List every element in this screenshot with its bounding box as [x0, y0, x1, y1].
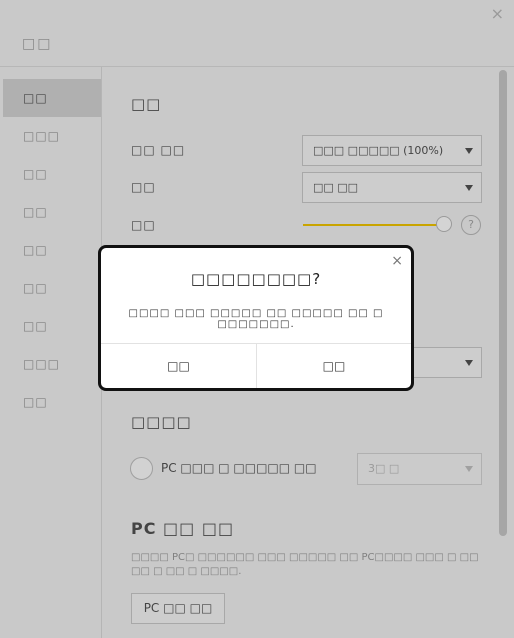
confirm-button[interactable]: □□ [257, 344, 411, 388]
sidebar-item-8[interactable]: □□□ [3, 345, 101, 383]
interval-dropdown-disabled: 3□ □ [357, 453, 482, 485]
help-icon[interactable]: ? [461, 215, 481, 235]
chevron-down-icon [465, 466, 473, 472]
row-label-3: □□ [131, 218, 156, 232]
sidebar-item-3[interactable]: □□ [3, 155, 101, 193]
chevron-down-icon [465, 360, 473, 366]
scrollbar[interactable] [499, 70, 507, 536]
cancel-button[interactable]: □□ [101, 344, 256, 388]
pc-manage-button[interactable]: PC □□ □□ [131, 593, 225, 624]
dropdown-2[interactable]: □□ □□ [302, 172, 482, 203]
dialog-title: □□□□□□□□? [190, 270, 322, 288]
slider-thumb[interactable] [436, 216, 452, 232]
slider-track[interactable] [303, 224, 438, 226]
radio-label: PC □□□ □ □□□□□ □□ [161, 461, 317, 475]
radio-button[interactable] [130, 457, 153, 480]
pc-description: □□□□ PC□ □□□□□□ □□□ □□□□□ □□ PC□□□□ □□□ … [131, 552, 479, 577]
sidebar-item-6[interactable]: □□ [3, 269, 101, 307]
sidebar-item-2[interactable]: □□□ [3, 117, 101, 155]
dropdown-2-value: □□ □□ [313, 181, 359, 194]
close-icon[interactable]: × [391, 253, 403, 269]
settings-sidebar: □□ □□□ □□ □□ □□ □□ □□ □□□ □□ [3, 67, 102, 638]
sidebar-item-4[interactable]: □□ [3, 193, 101, 231]
row-label-2: □□ [131, 180, 156, 194]
section-title-3: PC □□ □□ [131, 519, 235, 538]
dropdown-1[interactable]: □□□ □□□□□ (100%) [302, 135, 482, 166]
sidebar-item-5[interactable]: □□ [3, 231, 101, 269]
sidebar-item-general[interactable]: □□ [3, 79, 101, 117]
chevron-down-icon [465, 148, 473, 154]
section-title-2: □□□□ [131, 413, 192, 431]
sidebar-item-9[interactable]: □□ [3, 383, 101, 421]
window-title: □□ [22, 36, 53, 52]
window-close-icon[interactable]: × [491, 4, 504, 23]
chevron-down-icon [465, 185, 473, 191]
interval-dropdown-value: 3□ □ [368, 462, 400, 475]
dropdown-1-value: □□□ □□□□□ (100%) [313, 144, 444, 157]
confirm-dialog: × □□□□□□□□? □□□□ □□□ □□□□□ □□ □□□□□ □□ □… [98, 245, 414, 391]
section-title-general: □□ [131, 95, 162, 113]
row-label-1: □□ □□ [131, 143, 186, 157]
sidebar-item-7[interactable]: □□ [3, 307, 101, 345]
dialog-message: □□□□ □□□ □□□□□ □□ □□□□□ □□ □ □□□□□□□. [128, 308, 384, 330]
